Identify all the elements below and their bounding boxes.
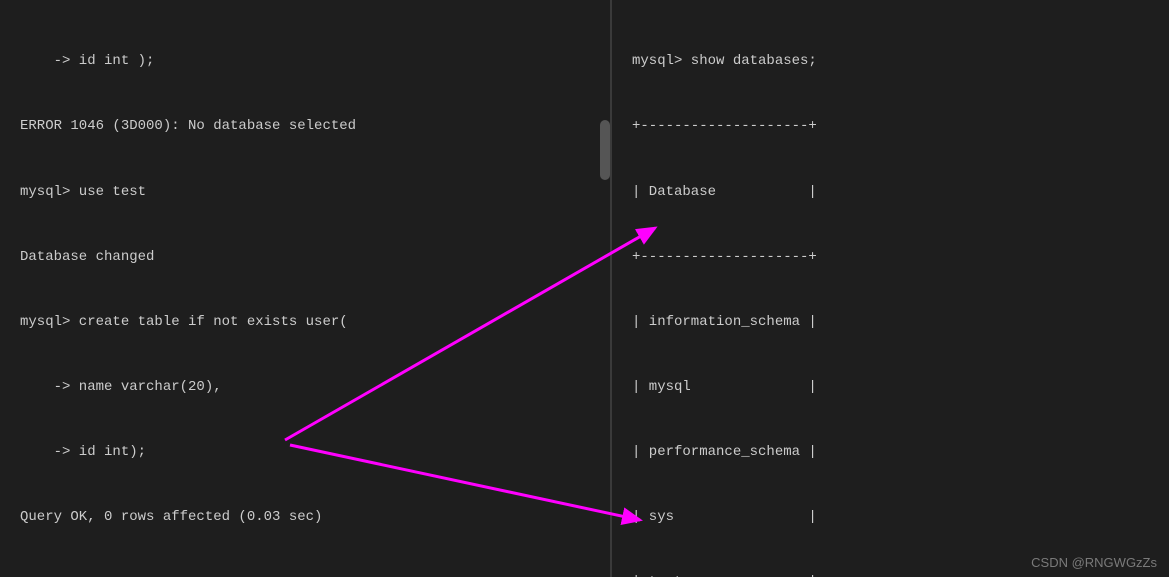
terminal-pane-right[interactable]: mysql> show databases; +----------------… <box>612 0 1169 577</box>
terminal-line: mysql> use test <box>20 182 590 204</box>
terminal-line: mysql> show databases; <box>632 51 1149 73</box>
terminal-line: -> name varchar(20), <box>20 377 590 399</box>
terminal-line: | information_schema | <box>632 312 1149 334</box>
terminal-line: | sys | <box>632 507 1149 529</box>
terminal-line: | performance_schema | <box>632 442 1149 464</box>
terminal-split-container: -> id int ); ERROR 1046 (3D000): No data… <box>0 0 1169 577</box>
terminal-line: | mysql | <box>632 377 1149 399</box>
terminal-line: Database changed <box>20 247 590 269</box>
terminal-line: ERROR 1046 (3D000): No database selected <box>20 116 590 138</box>
terminal-line: -> id int ); <box>20 51 590 73</box>
watermark-text: CSDN @RNGWGzZs <box>1031 553 1157 573</box>
scrollbar-thumb[interactable] <box>600 120 610 180</box>
terminal-line: | Database | <box>632 182 1149 204</box>
terminal-line: mysql> create table if not exists user( <box>20 312 590 334</box>
terminal-pane-left[interactable]: -> id int ); ERROR 1046 (3D000): No data… <box>0 0 612 577</box>
terminal-line: +--------------------+ <box>632 247 1149 269</box>
terminal-line: +--------------------+ <box>632 116 1149 138</box>
terminal-line: Query OK, 0 rows affected (0.03 sec) <box>20 507 590 529</box>
terminal-line: -> id int); <box>20 442 590 464</box>
terminal-line <box>20 572 590 577</box>
